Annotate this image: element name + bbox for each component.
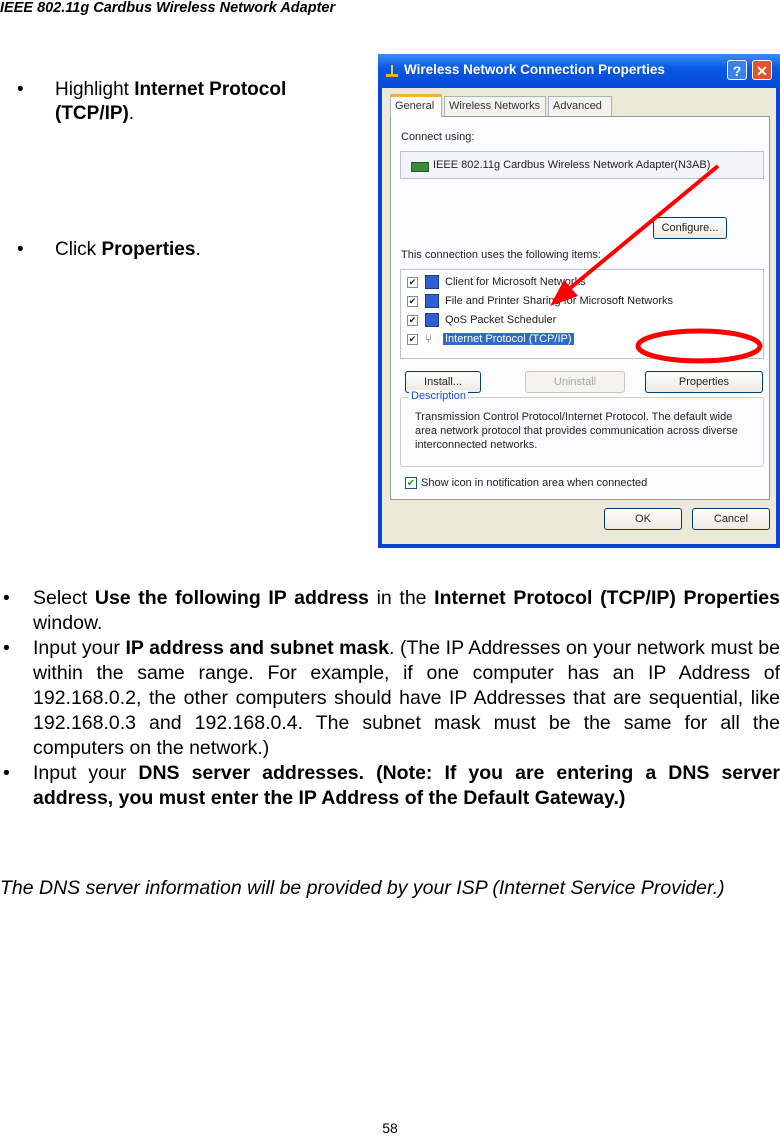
step-text: Click Properties. [55, 239, 201, 260]
step-text: Highlight Internet Protocol (TCP/IP). [55, 79, 287, 124]
adapter-name: IEEE 802.11g Cardbus Wireless Network Ad… [433, 159, 711, 171]
dialog-body: General Wireless Networks Advanced Conne… [382, 88, 776, 544]
adapter-field: IEEE 802.11g Cardbus Wireless Network Ad… [400, 151, 764, 179]
instruction-item: • Input your DNS server addresses. (Note… [3, 762, 780, 809]
service-icon [425, 313, 439, 327]
instruction-list: • Select Use the following IP address in… [0, 586, 780, 811]
dns-note: The DNS server information will be provi… [0, 877, 725, 899]
cancel-button[interactable]: Cancel [692, 508, 770, 530]
item-label: File and Printer Sharing for Microsoft N… [445, 295, 674, 307]
close-button[interactable]: ✕ [752, 60, 772, 80]
tab-general[interactable]: General [390, 94, 442, 117]
item-label: QoS Packet Scheduler [445, 314, 557, 326]
show-icon-option[interactable]: ✔ Show icon in notification area when con… [405, 477, 648, 490]
instruction-item: • Input your IP address and subnet mask.… [3, 637, 780, 759]
bullet: • [17, 79, 24, 100]
tab-wireless-networks[interactable]: Wireless Networks [444, 96, 546, 116]
uninstall-button[interactable]: Uninstall [525, 371, 625, 393]
description-text: Transmission Control Protocol/Internet P… [415, 411, 738, 451]
general-panel: Connect using: IEEE 802.11g Cardbus Wire… [390, 116, 770, 500]
dialog-title: Wireless Network Connection Properties [404, 62, 665, 77]
item-label: Internet Protocol (TCP/IP) [443, 333, 574, 345]
item-checkbox[interactable]: ✔ [407, 315, 418, 326]
network-connection-icon [386, 65, 398, 77]
instruction-item: • Select Use the following IP address in… [3, 587, 780, 634]
bullet: • [3, 762, 10, 784]
client-icon [425, 275, 439, 289]
bullet: • [3, 587, 10, 609]
connect-using-label: Connect using: [401, 131, 475, 143]
item-label: Client for Microsoft Networks [445, 276, 586, 288]
protocol-icon: ⑂ [425, 332, 433, 346]
help-button[interactable]: ? [727, 60, 747, 80]
bullet: • [3, 637, 10, 659]
service-icon [425, 294, 439, 308]
ok-button[interactable]: OK [604, 508, 682, 530]
items-label: This connection uses the following items… [401, 249, 601, 261]
description-title: Description [409, 390, 469, 402]
bullet: • [17, 239, 24, 260]
document-header: IEEE 802.11g Cardbus Wireless Network Ad… [0, 0, 336, 16]
network-adapter-icon [411, 162, 429, 172]
show-icon-checkbox[interactable]: ✔ [405, 477, 417, 490]
connection-properties-dialog: Wireless Network Connection Properties ?… [378, 54, 780, 548]
item-checkbox[interactable]: ✔ [407, 334, 418, 345]
configure-button[interactable]: Configure... [653, 217, 727, 239]
properties-button[interactable]: Properties [645, 371, 763, 393]
components-list: ✔ Client for Microsoft Networks ✔ File a… [400, 269, 764, 359]
dialog-titlebar[interactable]: Wireless Network Connection Properties ?… [378, 54, 780, 88]
page-number: 58 [382, 1120, 398, 1136]
tab-advanced[interactable]: Advanced [548, 96, 612, 116]
show-icon-label: Show icon in notification area when conn… [421, 477, 648, 489]
item-checkbox[interactable]: ✔ [407, 296, 418, 307]
item-checkbox[interactable]: ✔ [407, 277, 418, 288]
description-group: Description Transmission Control Protoco… [400, 390, 764, 467]
